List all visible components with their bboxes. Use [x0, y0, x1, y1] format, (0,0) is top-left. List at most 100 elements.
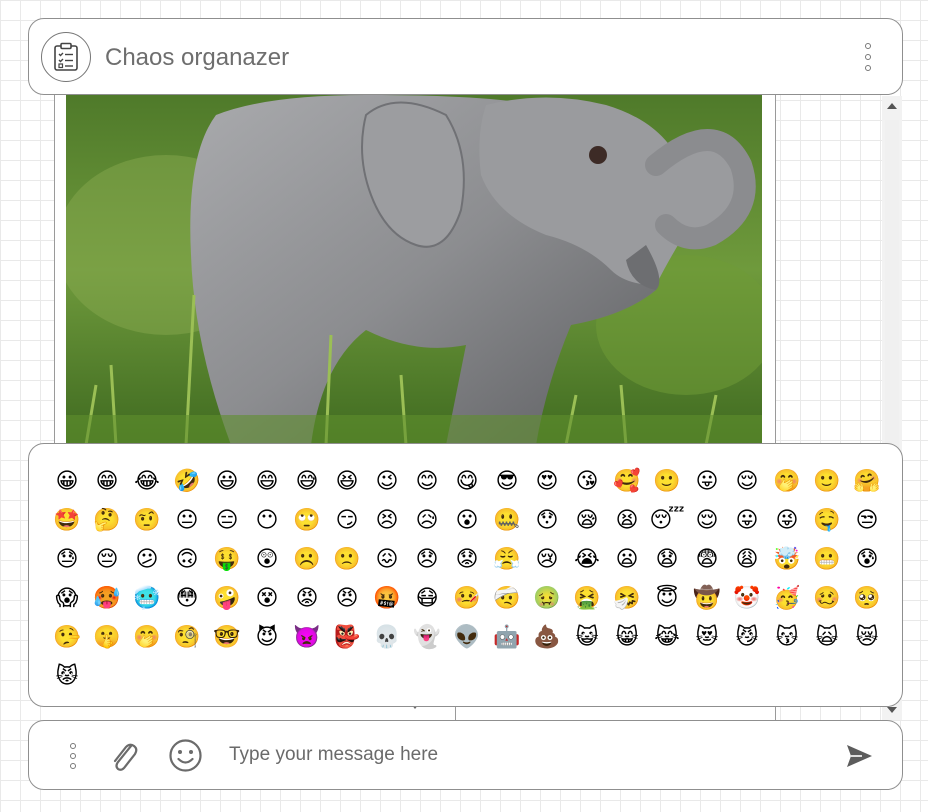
emoji-item[interactable]: 😴 — [647, 501, 687, 540]
emoji-item[interactable]: 🤕 — [487, 579, 527, 618]
emoji-item[interactable]: 🥺 — [847, 579, 887, 618]
emoji-item[interactable]: 😳 — [167, 579, 207, 618]
emoji-item[interactable]: 😡 — [287, 579, 327, 618]
emoji-item[interactable]: 🤓 — [207, 618, 247, 657]
elephant-photo[interactable] — [66, 95, 762, 445]
emoji-item[interactable]: 🤒 — [447, 579, 487, 618]
emoji-item[interactable]: 😩 — [727, 540, 767, 579]
emoji-item[interactable]: 😽 — [767, 618, 807, 657]
clipboard-checklist-icon[interactable] — [41, 32, 91, 82]
emoji-item[interactable]: 😕 — [127, 540, 167, 579]
emoji-item[interactable]: 🥵 — [87, 579, 127, 618]
emoji-item[interactable]: 🤖 — [487, 618, 527, 657]
emoji-item[interactable]: 😿 — [847, 618, 887, 657]
emoji-item[interactable]: 😠 — [327, 579, 367, 618]
emoji-item[interactable]: 💀 — [367, 618, 407, 657]
emoji-item[interactable]: 😻 — [687, 618, 727, 657]
emoji-item[interactable]: 🤮 — [567, 579, 607, 618]
emoji-item[interactable]: 😶 — [247, 501, 287, 540]
emoji-item[interactable]: 🤭 — [767, 462, 807, 501]
emoji-item[interactable]: 🤨 — [127, 501, 167, 540]
vertical-dots-icon[interactable] — [864, 43, 872, 71]
emoji-item[interactable]: 🙄 — [287, 501, 327, 540]
emoji-item[interactable]: 😀 — [47, 462, 87, 501]
emoji-item[interactable]: 😅 — [287, 462, 327, 501]
emoji-item[interactable]: 😜 — [767, 501, 807, 540]
scroll-down-arrow-icon[interactable] — [887, 707, 897, 713]
emoji-item[interactable]: 😘 — [567, 462, 607, 501]
emoji-item[interactable]: 👻 — [407, 618, 447, 657]
emoji-item[interactable]: 🤫 — [87, 618, 127, 657]
emoji-item[interactable]: 🤤 — [807, 501, 847, 540]
emoji-item[interactable]: 👽 — [447, 618, 487, 657]
message-input[interactable] — [229, 737, 829, 773]
emoji-item[interactable]: 😤 — [487, 540, 527, 579]
emoji-item[interactable]: 😔 — [87, 540, 127, 579]
emoji-item[interactable]: 👺 — [327, 618, 367, 657]
emoji-item[interactable]: 😣 — [367, 501, 407, 540]
emoji-item[interactable]: 🤡 — [727, 579, 767, 618]
emoji-item[interactable]: 😥 — [407, 501, 447, 540]
emoji-item[interactable]: 😫 — [607, 501, 647, 540]
emoji-item[interactable]: 😊 — [407, 462, 447, 501]
emoji-item[interactable]: 😱 — [47, 579, 87, 618]
emoji-item[interactable]: 🤪 — [207, 579, 247, 618]
emoji-item[interactable]: 😁 — [87, 462, 127, 501]
emoji-item[interactable]: 😖 — [367, 540, 407, 579]
emoji-item[interactable]: 🤢 — [527, 579, 567, 618]
emoji-item[interactable]: 🤩 — [47, 501, 87, 540]
emoji-item[interactable]: 🙁 — [327, 540, 367, 579]
emoji-item[interactable]: ☹️ — [287, 540, 327, 579]
emoji-item[interactable]: 😆 — [327, 462, 367, 501]
emoji-item[interactable]: 😌 — [687, 501, 727, 540]
emoji-item[interactable]: 😞 — [407, 540, 447, 579]
emoji-item[interactable]: 😧 — [647, 540, 687, 579]
emoji-item[interactable]: 😷 — [407, 579, 447, 618]
emoji-item[interactable]: 🤬 — [367, 579, 407, 618]
emoji-item[interactable]: 😯 — [527, 501, 567, 540]
emoji-item[interactable]: 😭 — [567, 540, 607, 579]
emoji-item[interactable]: 😉 — [367, 462, 407, 501]
emoji-item[interactable]: 🤭 — [127, 618, 167, 657]
emoji-item[interactable]: 🤣 — [167, 462, 207, 501]
emoji-item[interactable]: 🤯 — [767, 540, 807, 579]
emoji-item[interactable]: 🤐 — [487, 501, 527, 540]
emoji-item[interactable]: 😏 — [327, 501, 367, 540]
emoji-item[interactable]: 🥳 — [767, 579, 807, 618]
emoji-item[interactable]: 🤗 — [847, 462, 887, 501]
emoji-item[interactable]: 😟 — [447, 540, 487, 579]
emoji-item[interactable]: 🤥 — [47, 618, 87, 657]
emoji-item[interactable]: 😦 — [607, 540, 647, 579]
emoji-item[interactable]: 😓 — [47, 540, 87, 579]
emoji-item[interactable]: 😨 — [687, 540, 727, 579]
emoji-item[interactable]: 😹 — [647, 618, 687, 657]
emoji-item[interactable]: 😬 — [807, 540, 847, 579]
emoji-item[interactable]: 😄 — [247, 462, 287, 501]
emoji-item[interactable]: 🤠 — [687, 579, 727, 618]
emoji-item[interactable]: 🙀 — [807, 618, 847, 657]
emoji-item[interactable]: 😇 — [647, 579, 687, 618]
emoji-item[interactable]: 😋 — [447, 462, 487, 501]
emoji-item[interactable]: 😍 — [527, 462, 567, 501]
emoji-item[interactable]: 🥰 — [607, 462, 647, 501]
emoji-item[interactable]: 🤔 — [87, 501, 127, 540]
emoji-item[interactable]: 😲 — [247, 540, 287, 579]
send-icon[interactable] — [844, 741, 874, 771]
emoji-item[interactable]: 😎 — [487, 462, 527, 501]
emoji-item[interactable]: 😈 — [247, 618, 287, 657]
emoji-item[interactable]: 🧐 — [167, 618, 207, 657]
emoji-item[interactable]: 💩 — [527, 618, 567, 657]
smiley-icon[interactable] — [168, 738, 203, 773]
emoji-item[interactable]: 😌 — [727, 462, 767, 501]
emoji-item[interactable]: 😂 — [127, 462, 167, 501]
emoji-item[interactable]: 😮 — [447, 501, 487, 540]
emoji-item[interactable]: 😰 — [847, 540, 887, 579]
emoji-item[interactable]: 😑 — [207, 501, 247, 540]
emoji-item[interactable]: 😺 — [567, 618, 607, 657]
emoji-item[interactable]: 😛 — [727, 501, 767, 540]
emoji-item[interactable]: 😢 — [527, 540, 567, 579]
emoji-item[interactable]: 😛 — [687, 462, 727, 501]
emoji-item[interactable]: 🙂 — [647, 462, 687, 501]
emoji-item[interactable]: 😼 — [727, 618, 767, 657]
emoji-item[interactable]: 😪 — [567, 501, 607, 540]
